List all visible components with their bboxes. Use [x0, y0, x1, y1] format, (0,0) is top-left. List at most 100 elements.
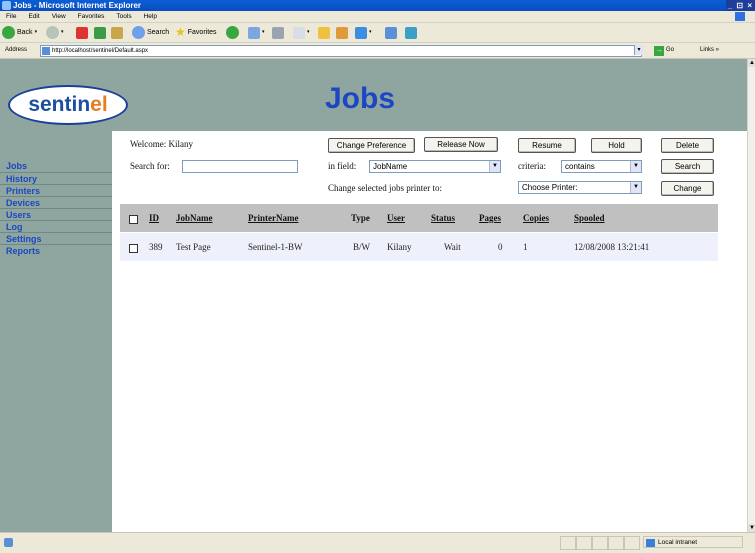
nav-history[interactable]: History	[6, 174, 37, 184]
folder-button[interactable]	[318, 25, 330, 40]
menu-favorites[interactable]: Favorites	[78, 13, 105, 20]
menu-edit[interactable]: Edit	[28, 13, 39, 20]
col-type: Type	[351, 213, 370, 223]
nav-devices[interactable]: Devices	[6, 198, 40, 208]
change-button[interactable]: Change	[661, 181, 714, 196]
welcome-text: Welcome: Kilany	[130, 139, 194, 149]
windows-logo-icon	[735, 12, 745, 21]
nav-printers[interactable]: Printers	[6, 186, 40, 196]
delete-button[interactable]: Delete	[661, 138, 714, 153]
chevron-down-icon: ▼	[489, 161, 500, 172]
field-label: in field:	[328, 161, 357, 171]
toolbar: Back ▾ ▾ Search ★ Favorites ▾ ▾ ▾	[0, 23, 755, 43]
forward-arrow-icon	[46, 26, 59, 39]
col-id[interactable]: ID	[149, 213, 159, 223]
change-preference-button[interactable]: Change Preference	[328, 138, 415, 153]
field-select[interactable]: JobName ▼	[369, 160, 501, 173]
stop-icon	[76, 26, 88, 39]
side-nav: Jobs History Printers Devices Users Log …	[0, 131, 112, 532]
vertical-scrollbar[interactable]: ▲ ▼	[747, 59, 755, 532]
links-button[interactable]: Links »	[700, 43, 719, 58]
cell-id: 389	[149, 242, 163, 252]
release-now-button[interactable]: Release Now	[424, 137, 498, 152]
folder-icon	[318, 26, 330, 39]
col-pages[interactable]: Pages	[479, 213, 501, 223]
address-label: Address	[5, 47, 28, 53]
home-icon	[111, 26, 123, 39]
criteria-label: criteria:	[518, 161, 546, 171]
refresh-icon	[94, 26, 106, 39]
col-copies[interactable]: Copies	[523, 213, 549, 223]
mail-button[interactable]: ▾	[248, 25, 265, 40]
cell-printername: Sentinel-1-BW	[248, 242, 303, 252]
col-printername[interactable]: PrinterName	[248, 213, 298, 223]
mail-icon	[248, 26, 260, 39]
star-icon: ★	[175, 25, 186, 39]
window-title: Jobs - Microsoft Internet Explorer	[13, 1, 142, 10]
jobs-table-header: ID JobName PrinterName Type User Status …	[120, 204, 718, 232]
status-bar: Local intranet	[0, 532, 755, 553]
go-button[interactable]: → Go	[654, 43, 674, 58]
address-dropdown-icon[interactable]: ▾	[634, 45, 643, 55]
scroll-up-icon[interactable]: ▲	[748, 59, 755, 67]
cell-pages: 0	[498, 242, 503, 252]
table-row[interactable]: 389 Test Page Sentinel-1-BW B/W Kilany W…	[120, 233, 718, 261]
search-button[interactable]: Search	[132, 25, 169, 40]
back-button[interactable]: Back ▾	[2, 25, 37, 40]
page-icon	[42, 47, 50, 55]
window-controls[interactable]: _ ⊡ ×	[725, 0, 755, 11]
col-jobname[interactable]: JobName	[176, 213, 213, 223]
cell-jobname: Test Page	[176, 242, 211, 252]
cell-user: Kilany	[387, 242, 412, 252]
row-checkbox[interactable]	[129, 244, 138, 253]
menu-file[interactable]: File	[6, 13, 16, 20]
research-icon	[336, 26, 348, 39]
search-icon	[132, 26, 145, 39]
criteria-select[interactable]: contains ▼	[561, 160, 642, 173]
nav-jobs[interactable]: Jobs	[6, 161, 27, 171]
security-zone: Local intranet	[643, 536, 743, 548]
nav-reports[interactable]: Reports	[6, 246, 40, 256]
search-input[interactable]	[182, 160, 298, 173]
col-spooled[interactable]: Spooled	[574, 213, 605, 223]
users-icon	[405, 26, 417, 39]
menu-help[interactable]: Help	[144, 13, 157, 20]
home-button[interactable]	[111, 25, 123, 40]
edit-button[interactable]: ▾	[293, 25, 310, 40]
stop-button[interactable]	[76, 25, 88, 40]
select-all-checkbox[interactable]	[129, 215, 138, 224]
printer-select[interactable]: Choose Printer: ▼	[518, 181, 642, 194]
menu-view[interactable]: View	[52, 13, 66, 20]
nav-users[interactable]: Users	[6, 210, 31, 220]
col-user[interactable]: User	[387, 213, 405, 223]
tools-button[interactable]	[385, 25, 397, 40]
refresh-button[interactable]	[94, 25, 106, 40]
history-button[interactable]	[226, 25, 239, 40]
research-button[interactable]	[336, 25, 348, 40]
title-bar: Jobs - Microsoft Internet Explorer _ ⊡ ×	[0, 0, 755, 11]
page-title: Jobs	[325, 82, 396, 115]
messenger-button[interactable]: ▾	[355, 25, 372, 40]
scroll-down-icon[interactable]: ▼	[748, 524, 755, 532]
back-arrow-icon	[2, 26, 15, 39]
go-arrow-icon: →	[654, 45, 664, 56]
search-button[interactable]: Search	[661, 159, 714, 174]
col-status[interactable]: Status	[431, 213, 455, 223]
print-button[interactable]	[272, 25, 284, 40]
printer-label: Change selected jobs printer to:	[328, 183, 442, 193]
chevron-down-icon: ▼	[630, 161, 641, 172]
history-icon	[226, 26, 239, 39]
search-label: Search for:	[130, 161, 170, 171]
users-button[interactable]	[405, 25, 417, 40]
nav-settings[interactable]: Settings	[6, 234, 42, 244]
address-input[interactable]: http://localhost/sentinel/Default.aspx	[40, 45, 642, 57]
hold-button[interactable]: Hold	[591, 138, 642, 153]
menu-tools[interactable]: Tools	[116, 13, 131, 20]
menu-bar: File Edit View Favorites Tools Help	[0, 11, 755, 23]
forward-button[interactable]: ▾	[46, 25, 64, 40]
cell-type: B/W	[353, 242, 370, 252]
print-icon	[272, 26, 284, 39]
favorites-button[interactable]: ★ Favorites	[175, 25, 217, 40]
resume-button[interactable]: Resume	[518, 138, 576, 153]
nav-log[interactable]: Log	[6, 222, 23, 232]
